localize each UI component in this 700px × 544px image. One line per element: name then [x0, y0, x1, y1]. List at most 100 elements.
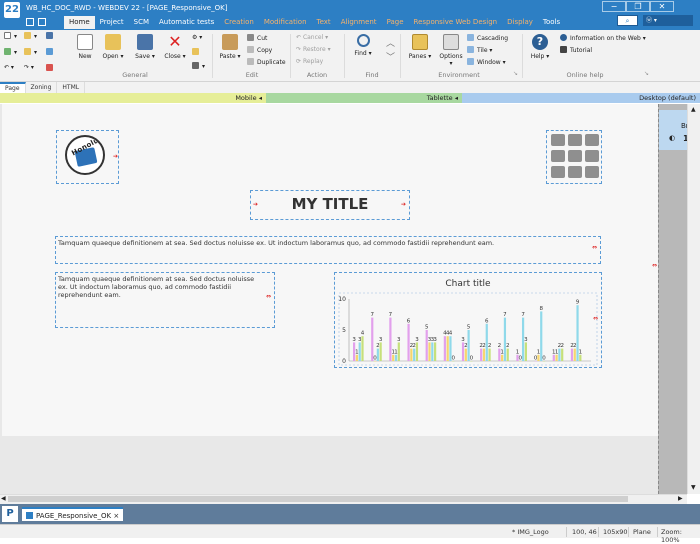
close-icon[interactable]: ×: [113, 512, 119, 520]
chart-bar: [447, 336, 449, 361]
separator: [598, 527, 599, 537]
tutorial-button[interactable]: Tutorial: [560, 46, 592, 54]
quick-save-icon[interactable]: [26, 18, 34, 26]
chart-data-label: 5: [467, 325, 471, 331]
static-paragraph-wide[interactable]: Tamquam quaeque definitionem at sea. Sed…: [55, 236, 601, 264]
tab-display[interactable]: Display: [502, 16, 538, 29]
sitemap-icon[interactable]: [46, 64, 56, 72]
chart-bar: [540, 311, 542, 361]
chart-bar: [555, 355, 557, 361]
breakpoint-tablet[interactable]: Tablette ◂: [266, 93, 462, 103]
breakpoint-desktop[interactable]: Desktop (default): [462, 93, 700, 103]
tab-creation[interactable]: Creation: [219, 16, 259, 29]
options-button[interactable]: Options ▾: [438, 34, 464, 67]
tab-page[interactable]: Page: [382, 16, 409, 29]
separator: [566, 527, 567, 537]
tab-home[interactable]: Home: [64, 16, 95, 29]
new-small-icon[interactable]: ▾: [4, 32, 17, 40]
new-button[interactable]: New: [76, 34, 94, 60]
scroll-right-icon[interactable]: ▶: [678, 495, 683, 502]
window-button[interactable]: Window ▾: [467, 58, 506, 66]
tab-tools[interactable]: Tools: [538, 16, 565, 29]
app-logo[interactable]: 22: [4, 2, 20, 18]
status-zoom[interactable]: Zoom: 100%: [661, 528, 700, 544]
page-doc-icon: [26, 512, 33, 519]
info-web-button[interactable]: Information on the Web ▾: [560, 34, 646, 42]
chevron-up-icon[interactable]: ︿: [386, 36, 395, 49]
search-icon[interactable]: ⌕: [617, 15, 638, 26]
horizontal-scroll-thumb[interactable]: [8, 496, 628, 502]
tab-view-html[interactable]: HTML: [57, 82, 85, 93]
chart-data-label: 4: [361, 331, 365, 337]
close-window-button[interactable]: ✕: [650, 1, 674, 12]
undo-small-icon[interactable]: ↶ ▾: [4, 64, 14, 71]
print-icon[interactable]: ▾: [192, 62, 205, 70]
chart-bar: [507, 349, 509, 361]
chart-data-label: 7: [389, 312, 393, 318]
page-canvas[interactable]: Honolulu ➔ MY TITLE ➔ ➔ Tamquam quaeque …: [2, 104, 658, 436]
tab-modification[interactable]: Modification: [259, 16, 312, 29]
cancel-action-button[interactable]: ↶ Cancel ▾: [296, 34, 328, 41]
cut-button[interactable]: Cut: [247, 34, 267, 42]
replay-action-button[interactable]: ⟳ Replay: [296, 58, 323, 65]
chart-bar: [483, 349, 485, 361]
chart-data-label: 2: [482, 343, 486, 349]
minimize-button[interactable]: −: [602, 1, 626, 12]
redo-small-icon[interactable]: ↷ ▾: [24, 64, 34, 71]
open-small-icon[interactable]: ▾: [24, 32, 37, 40]
tab-automatic-tests[interactable]: Automatic tests: [154, 16, 219, 29]
scroll-down-icon[interactable]: ▼: [691, 484, 696, 491]
paste-button[interactable]: Paste ▾: [218, 34, 242, 60]
floppy-icon: [137, 34, 153, 50]
panes-button[interactable]: Panes ▾: [408, 34, 432, 60]
tile-button[interactable]: Tile ▾: [467, 46, 492, 54]
image-grid[interactable]: [546, 130, 602, 184]
tab-view-page[interactable]: Page: [0, 82, 26, 93]
cascading-button[interactable]: Cascading: [467, 34, 508, 42]
copy-button[interactable]: Copy: [247, 46, 272, 54]
scroll-left-icon[interactable]: ◀: [1, 495, 6, 502]
tab-view-zoning[interactable]: Zoning: [26, 82, 58, 93]
grid-cell: [568, 166, 582, 178]
chevron-down-icon[interactable]: ﹀: [386, 50, 395, 63]
tab-responsive-web-design[interactable]: Responsive Web Design: [409, 16, 503, 29]
static-paragraph-small[interactable]: Tamquam quaeque definitionem at sea. Sed…: [55, 272, 275, 328]
breakpoint-mobile[interactable]: Mobile ◂: [0, 93, 266, 103]
grid-cell: [568, 150, 582, 162]
open-button[interactable]: Open ▾: [102, 34, 124, 60]
tab-page-responsive-ok[interactable]: PAGE_Responsive_OK ×: [22, 507, 123, 521]
close-button[interactable]: ✕ Close ▾: [164, 34, 186, 60]
dialog-launcher-icon[interactable]: ↘: [513, 70, 518, 77]
save-button[interactable]: Save ▾: [134, 34, 156, 60]
duplicate-button[interactable]: Duplicate: [247, 58, 286, 66]
restore-window-button[interactable]: ❐: [626, 1, 650, 12]
chart-data-label: 0: [470, 356, 474, 362]
project-icon[interactable]: ▾: [4, 48, 17, 56]
web-help-dropdown[interactable]: ⓦ ▾: [643, 15, 693, 26]
window-title: WB_HC_DOC_RWD - WEBDEV 22 - [PAGE_Respon…: [26, 4, 227, 12]
chart-control[interactable]: Chart title 0510377654322101210123422101…: [334, 272, 602, 368]
chart-data-label: 2: [488, 343, 492, 349]
group-label-find: Find: [346, 71, 398, 79]
settings-small-icon[interactable]: ⚙ ▾: [192, 34, 202, 41]
tab-scm[interactable]: SCM: [129, 16, 154, 29]
tab-alignment[interactable]: Alignment: [336, 16, 382, 29]
image-logo[interactable]: Honolulu ➔: [56, 130, 119, 184]
vertical-scrollbar[interactable]: ▲ ▼: [687, 104, 700, 494]
save-small-icon[interactable]: [46, 32, 56, 40]
restore-action-button[interactable]: ↷ Restore ▾: [296, 46, 331, 53]
help-button[interactable]: ? Help ▾: [528, 34, 552, 60]
dialog-launcher-icon[interactable]: ↘: [644, 70, 649, 77]
pencil-small-icon[interactable]: [192, 48, 202, 56]
export-icon[interactable]: [46, 48, 56, 56]
scroll-up-icon[interactable]: ▲: [691, 106, 696, 113]
tab-project[interactable]: Project: [95, 16, 129, 29]
page-title: MY TITLE: [251, 195, 409, 213]
static-title[interactable]: MY TITLE ➔ ➔: [250, 190, 410, 220]
find-button[interactable]: Find ▾: [352, 34, 374, 57]
folder-icon[interactable]: ▾: [24, 48, 37, 56]
page-type-icon[interactable]: P: [2, 506, 18, 522]
quick-layout-icon[interactable]: [38, 18, 46, 26]
scissors-icon: [247, 34, 254, 41]
tab-text[interactable]: Text: [312, 16, 336, 29]
